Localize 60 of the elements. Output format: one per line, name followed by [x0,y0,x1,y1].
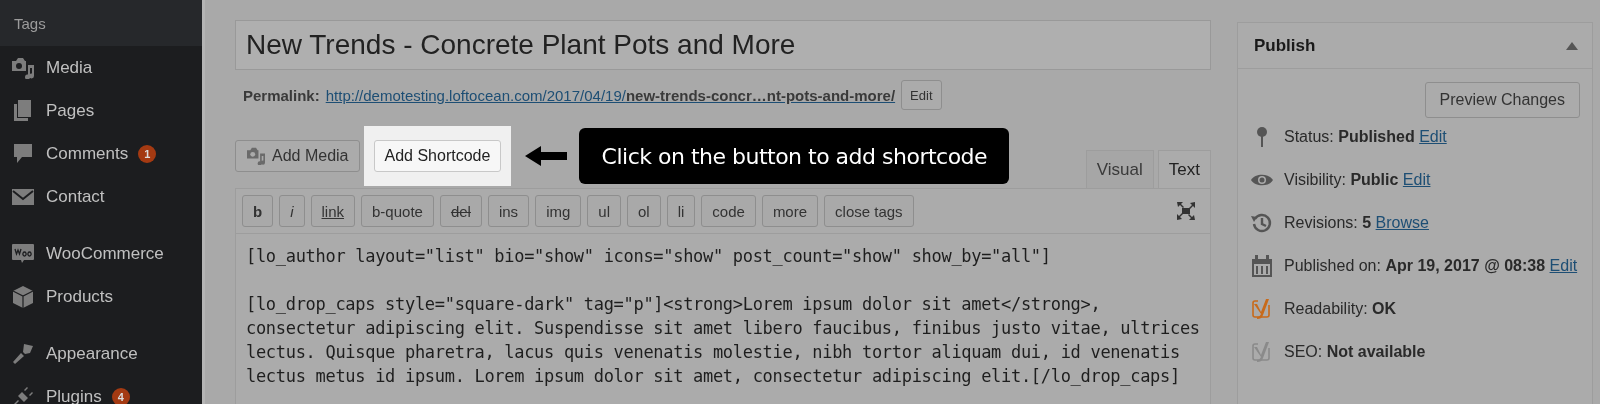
menu-item[interactable]: Pages [46,100,95,121]
status-text: Published on: Apr 19, 2017 @ 08:38 [1284,257,1546,274]
edit-link[interactable]: Edit [1402,171,1431,188]
edit-link[interactable]: Edit [1419,128,1447,145]
add-media-button[interactable]: Add Media [235,140,360,172]
box-icon [12,285,34,308]
menu-item[interactable]: Media [46,57,93,78]
speech-bubble-icon [13,142,33,165]
count-badge: 4 [111,387,130,404]
edit-button[interactable]: Edit [901,80,942,110]
status-text: SEO: Not available [1284,343,1426,360]
pages-icon [13,99,33,122]
format-button[interactable]: b-quote [361,195,434,227]
status-text: Status: Published [1284,128,1415,145]
title-field[interactable]: New Trends - Concrete Plant Pots and More [235,20,1211,70]
browse-link[interactable]: Browse [1375,214,1429,231]
permalink-label: Permalink: [243,86,320,104]
woo-icon [11,242,35,265]
status-text: Visibility: Public [1284,171,1399,188]
eye-icon [1251,172,1273,188]
text-editor[interactable]: [lo_author layout="list" bio="show" icons="show" post_count="show" show_by="all"] [lo_drop_caps style="square-dark" tag="p"]<strong>Lorem ipsum dolor sit amet</strong>, consectetur adipiscing elit. Suspendisse sit amet libero faucibus, finibus justo vitae, ultrices lectus. Quisque pharetra, lacus quis venenatis molestie, nibh tortor aliquam dui, id venenatis lectus metus id ipsum. Lorem ipsum dolor sit amet, consectetur adipiscing elit.[/lo_drop_caps] [235,234,1211,404]
history-icon [1251,212,1273,234]
edit-link[interactable]: Edit [1549,257,1578,274]
status-text: Readability: OK [1284,300,1397,317]
collapse-icon[interactable] [1566,41,1578,50]
fullscreen-icon[interactable] [1176,201,1196,221]
menu-item[interactable]: WooCommerce [46,243,164,264]
count-badge: 1 [138,144,157,163]
add-shortcode-button[interactable]: Add Shortcode [373,140,502,172]
format-button[interactable]: b [242,195,274,227]
calendar-icon [1251,255,1273,277]
menu-item[interactable]: Products [46,286,114,307]
envelope-icon [12,187,34,206]
format-button[interactable]: ul [587,195,621,227]
left-arrow-icon [525,145,568,167]
format-button[interactable]: li [666,195,696,227]
editor-tab[interactable]: Visual [1085,150,1154,188]
panel-title: Publish [1254,35,1316,56]
format-button[interactable]: code [701,195,756,227]
camera-music-icon [246,147,266,165]
format-button[interactable]: more [761,195,819,227]
plug-icon [12,385,34,404]
permalink-link[interactable]: http://demotesting.loftocean.com/2017/04/19/new-trends-concr…nt-pots-and-more/ [325,86,896,104]
format-button[interactable]: ins [487,195,530,227]
format-button[interactable]: del [439,195,482,227]
status-text: Revisions: 5 [1284,214,1372,231]
format-button[interactable]: ol [627,195,661,227]
camera-music-icon [11,56,35,79]
editor-tab[interactable]: Text [1157,150,1211,188]
format-button[interactable]: link [310,195,356,227]
menu-item[interactable]: Comments [46,143,129,164]
callout-tooltip: Click on the button to add shortcode [579,128,1010,184]
format-button[interactable]: img [535,195,582,227]
preview-changes-button[interactable]: Preview Changes [1424,82,1580,118]
menu-heading[interactable]: Tags [14,14,46,32]
menu-item[interactable]: Appearance [46,343,138,364]
paintbrush-icon [12,342,34,365]
format-button[interactable]: i [279,195,305,227]
format-button[interactable]: close tags [824,195,914,227]
menu-item[interactable]: Contact [46,186,105,207]
